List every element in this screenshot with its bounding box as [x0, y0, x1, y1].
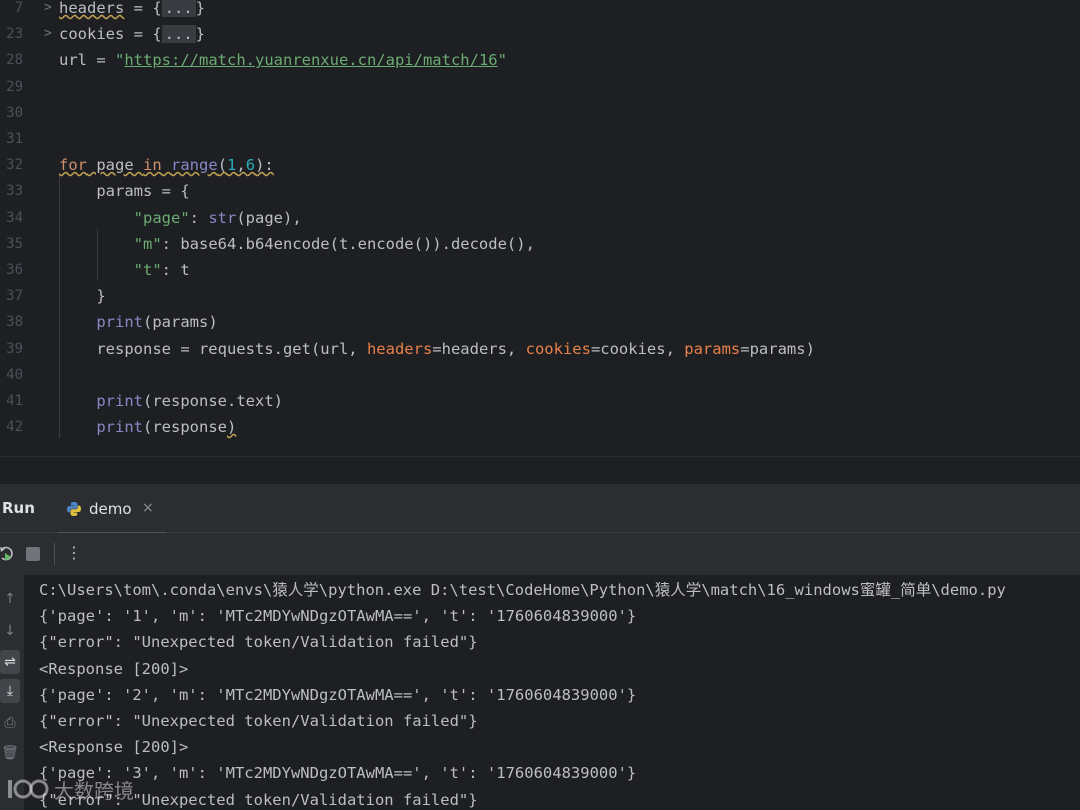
line-number: 39: [6, 340, 23, 357]
tab-demo[interactable]: demo ×: [58, 484, 166, 534]
code-text: cookies = {...}: [59, 25, 205, 44]
watermark-logo-icon: [8, 779, 49, 799]
line-number: 41: [6, 393, 23, 409]
line-number: 36: [6, 262, 23, 278]
code-line[interactable]: 37 }: [0, 283, 1080, 309]
line-number: 37: [6, 288, 23, 305]
code-line[interactable]: 34 "page": str(page),: [0, 205, 1080, 231]
line-number: 23: [6, 26, 23, 43]
indent-guide: [59, 176, 60, 439]
console-output[interactable]: C:\Users\tom\.conda\envs\猿人学\python.exe …: [24, 575, 1080, 810]
code-line[interactable]: 32 for page in range(1,6):: [0, 152, 1080, 178]
console-line: <Response [200]>: [39, 659, 189, 678]
watermark: 大数跨境: [6, 774, 134, 804]
code-line[interactable]: 33 params = {: [0, 178, 1080, 204]
python-icon: [67, 502, 81, 516]
line-number: 33: [6, 183, 23, 200]
line-number: 31: [6, 131, 23, 147]
code-line[interactable]: 23 > cookies = {...}: [0, 21, 1080, 47]
code-line[interactable]: 35 "m": base64.b64encode(t.encode()).dec…: [0, 231, 1080, 257]
console-line: {'page': '2', 'm': 'MTc2MDYwNDgzOTAwMA==…: [39, 685, 637, 704]
line-number: 40: [6, 366, 23, 383]
arrow-up-icon[interactable]: ↑: [0, 587, 20, 611]
line-number: 32: [6, 157, 23, 174]
line-number: 42: [6, 419, 23, 436]
console-line: <Response [200]>: [39, 738, 189, 757]
print-icon[interactable]: ⎙: [0, 711, 20, 735]
indent-guide: [97, 228, 98, 281]
code-text: response = requests.get(url, headers=hea…: [59, 339, 815, 358]
line-number: 28: [6, 52, 23, 69]
line-number: 38: [6, 314, 23, 331]
stop-icon[interactable]: [26, 547, 40, 561]
code-text: for page in range(1,6):: [59, 156, 274, 175]
more-options-icon[interactable]: ⋮: [66, 543, 82, 562]
line-number: 7: [14, 0, 23, 16]
code-line[interactable]: 31: [0, 126, 1080, 152]
code-line[interactable]: 41 print(response.text): [0, 388, 1080, 414]
console-line: C:\Users\tom\.conda\envs\猿人学\python.exe …: [39, 581, 1006, 599]
console-line: {"error": "Unexpected token/Validation f…: [39, 633, 478, 652]
code-text: "page": str(page),: [133, 208, 302, 227]
code-line[interactable]: 29: [0, 74, 1080, 100]
line-number: 30: [6, 104, 23, 121]
line-number: 29: [6, 78, 23, 95]
chevron-right-icon[interactable]: >: [44, 0, 52, 21]
line-number: 35: [6, 235, 23, 252]
code-text: "m": base64.b64encode(t.encode()).decode…: [133, 234, 535, 253]
code-line[interactable]: 36 "t": t: [0, 257, 1080, 283]
code-line[interactable]: 28 url = "https://match.yuanrenxue.cn/api…: [0, 47, 1080, 73]
code-line[interactable]: 39 response = requests.get(url, headers=…: [0, 336, 1080, 362]
scroll-to-end-icon[interactable]: ⤓: [0, 679, 20, 703]
soft-wrap-icon[interactable]: ⇌: [0, 650, 20, 674]
code-text: print(response.text): [96, 392, 283, 410]
arrow-down-icon[interactable]: ↓: [0, 619, 20, 643]
trash-icon[interactable]: 🗑: [0, 741, 20, 765]
panel-splitter[interactable]: [0, 456, 1080, 485]
console-line: {'page': '1', 'm': 'MTc2MDYwNDgzOTAwMA==…: [39, 607, 637, 626]
run-tool-window-header: Run demo ×: [0, 484, 1080, 534]
code-text: params = {: [59, 182, 190, 201]
code-line[interactable]: 7 > headers = {...}: [0, 0, 1080, 21]
line-number: 34: [6, 209, 23, 226]
watermark-text: 大数跨境: [54, 778, 134, 803]
code-text: print(response): [96, 418, 237, 437]
run-toolbar: ⋮: [0, 533, 1080, 575]
tab-demo-label: demo: [89, 500, 132, 518]
console-line: {"error": "Unexpected token/Validation f…: [39, 712, 478, 730]
code-line[interactable]: 40: [0, 362, 1080, 388]
code-line[interactable]: 42 print(response): [0, 414, 1080, 440]
toolbar-separator: [54, 543, 55, 565]
run-panel-title: Run: [2, 499, 35, 517]
code-line[interactable]: 38 print(params): [0, 309, 1080, 335]
code-text: "t": t: [133, 261, 190, 279]
chevron-right-icon[interactable]: >: [44, 21, 52, 47]
code-text: headers = {...}: [59, 0, 205, 17]
code-editor[interactable]: 7 > headers = {...} 23 > cookies = {...} 28 url…: [0, 0, 1080, 456]
code-text: url = "https://match.yuanrenxue.cn/api/m…: [59, 51, 507, 70]
rerun-icon[interactable]: [0, 545, 14, 563]
code-text: print(params): [96, 313, 218, 332]
code-line[interactable]: 30: [0, 100, 1080, 126]
close-icon[interactable]: ×: [142, 500, 154, 516]
code-text: }: [59, 287, 106, 306]
